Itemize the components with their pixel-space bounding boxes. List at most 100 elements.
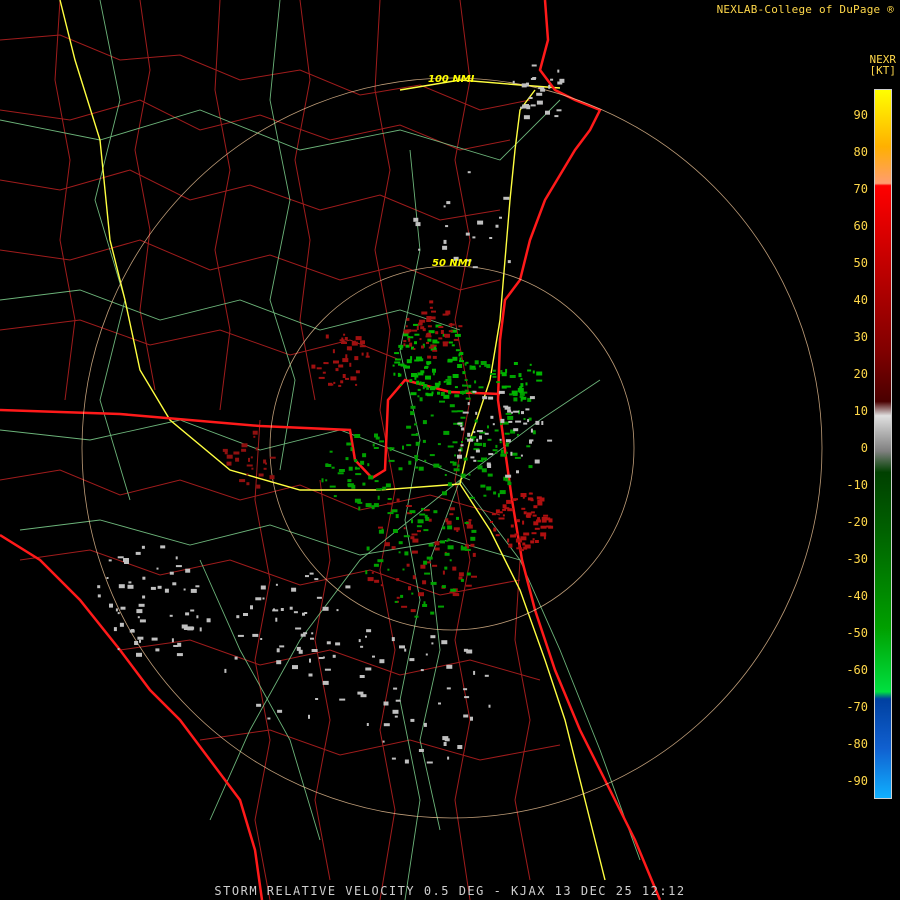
echo-pixel <box>482 442 486 447</box>
echo-pixel <box>417 395 420 398</box>
echo-pixel <box>367 463 370 467</box>
echo-pixel <box>499 441 502 444</box>
echo-pixel <box>458 353 461 357</box>
echo-pixel <box>414 333 420 336</box>
echo-pixel <box>486 486 492 491</box>
echo-pixel <box>422 604 428 607</box>
echo-pixel <box>440 330 444 334</box>
echo-pixel <box>513 362 518 365</box>
echo-pixel <box>375 436 380 440</box>
echo-pixel <box>508 543 513 548</box>
echo-pixel <box>414 359 420 362</box>
echo-pixel <box>374 480 379 483</box>
echo-pixel <box>387 502 393 505</box>
echo-pixel <box>413 217 419 222</box>
echo-pixel <box>476 430 483 433</box>
echo-pixel <box>127 584 134 589</box>
echo-pixel <box>368 475 374 480</box>
echo-pixel <box>520 378 523 381</box>
echo-pixel <box>391 757 396 760</box>
echo-pixel <box>435 331 439 335</box>
echo-pixel <box>362 482 366 486</box>
echo-pixel <box>467 171 471 174</box>
echo-pixel <box>233 451 240 455</box>
echo-pixel <box>97 585 101 589</box>
echo-pixel <box>452 356 458 361</box>
echo-pixel <box>418 322 423 326</box>
colorbar-tick: 50 <box>853 256 868 270</box>
echo-pixel <box>138 603 145 607</box>
echo-pixel <box>495 534 500 537</box>
echo-pixel <box>335 368 339 372</box>
echo-pixel <box>444 552 450 556</box>
echo-pixel <box>361 352 364 356</box>
echo-pixel <box>477 442 483 446</box>
echo-pixel <box>497 493 500 498</box>
echo-pixel <box>108 559 112 562</box>
echo-pixel <box>518 544 521 549</box>
echo-pixel <box>406 444 412 447</box>
echo-pixel <box>291 587 297 592</box>
echo-pixel <box>505 451 508 454</box>
echo-pixel <box>150 586 156 590</box>
echo-pixel <box>443 742 447 746</box>
echo-pixel <box>464 521 469 524</box>
echo-pixel <box>509 375 516 378</box>
echo-pixel <box>444 474 447 476</box>
echo-pixel <box>325 334 329 339</box>
echo-pixel <box>482 396 488 400</box>
echo-pixel <box>487 473 493 477</box>
echo-pixel <box>418 592 424 597</box>
echo-pixel <box>456 516 459 520</box>
echo-pixel <box>430 414 434 417</box>
echo-pixel <box>391 546 396 550</box>
echo-pixel <box>195 585 200 588</box>
echo-pixel <box>464 362 467 366</box>
echo-pixel <box>248 457 250 462</box>
echo-pixel <box>464 379 468 382</box>
echo-pixel <box>346 442 352 446</box>
echo-pixel <box>465 397 471 400</box>
echo-pixel <box>480 484 486 488</box>
echo-pixel <box>504 406 511 410</box>
echo-pixel <box>515 420 522 423</box>
echo-pixel <box>414 423 417 426</box>
echo-pixel <box>382 740 385 743</box>
echo-pixel <box>373 447 379 449</box>
echo-pixel <box>442 313 449 316</box>
echo-pixel <box>494 429 499 432</box>
echo-pixel <box>460 444 464 447</box>
echo-pixel <box>385 483 391 488</box>
echo-pixel <box>505 439 511 443</box>
echo-pixel <box>97 594 101 598</box>
echo-pixel <box>372 443 375 447</box>
echo-pixel <box>458 325 463 328</box>
echo-pixel <box>500 418 505 423</box>
echo-pixel <box>357 691 364 695</box>
echo-pixel <box>329 450 333 453</box>
echo-pixel <box>534 527 540 530</box>
echo-pixel <box>426 362 430 366</box>
echo-pixel <box>394 715 398 718</box>
echo-pixel <box>344 337 348 340</box>
echo-pixel <box>468 519 472 522</box>
echo-pixel <box>380 584 383 587</box>
echo-pixel <box>472 367 477 370</box>
echo-pixel <box>118 584 125 589</box>
echo-pixel <box>481 468 487 473</box>
echo-pixel <box>425 653 428 656</box>
echo-pixel <box>236 615 240 619</box>
echo-pixel <box>488 453 494 456</box>
echo-pixel <box>415 466 419 469</box>
echo-pixel <box>408 460 412 465</box>
echo-pixel <box>315 698 319 700</box>
echo-pixel <box>468 473 471 476</box>
echo-pixel <box>234 656 238 660</box>
echo-pixel <box>472 266 478 269</box>
echo-pixel <box>483 494 487 497</box>
echo-pixel <box>454 333 461 337</box>
echo-pixel <box>492 369 496 372</box>
echo-pixel <box>498 390 505 394</box>
echo-pixel <box>428 543 434 547</box>
echo-pixel <box>410 405 416 409</box>
